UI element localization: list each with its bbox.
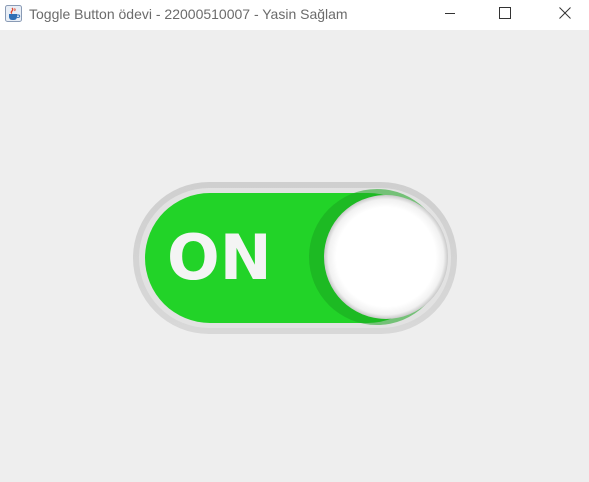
toggle-knob [324, 195, 448, 319]
maximize-icon [499, 6, 511, 24]
java-cup-icon[interactable] [5, 5, 22, 22]
window-title: Toggle Button ödevi - 22000510007 - Yasi… [29, 6, 348, 22]
minimize-icon [444, 6, 456, 24]
maximize-button[interactable] [482, 0, 528, 30]
app-window: Toggle Button ödevi - 22000510007 - Yasi… [0, 0, 589, 482]
title-bar[interactable]: Toggle Button ödevi - 22000510007 - Yasi… [0, 0, 589, 30]
close-icon [559, 6, 571, 24]
toggle-label: ON [167, 221, 272, 294]
close-button[interactable] [542, 0, 588, 30]
minimize-button[interactable] [427, 0, 473, 30]
content-pane: ON [0, 30, 589, 482]
toggle-button[interactable]: ON [133, 182, 457, 334]
